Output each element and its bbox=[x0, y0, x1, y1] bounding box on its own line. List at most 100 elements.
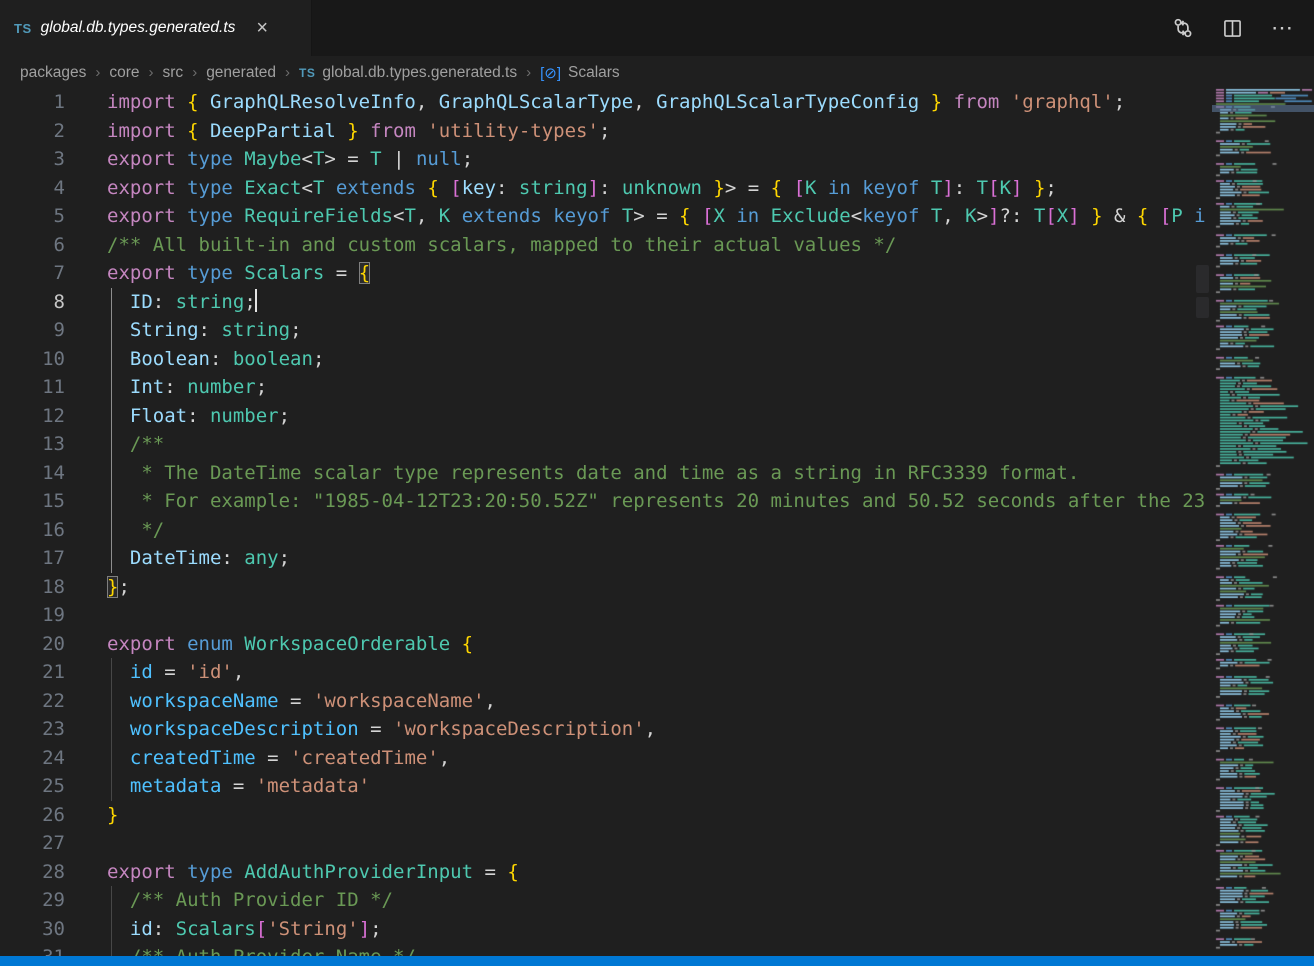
more-actions-button[interactable]: ⋯ bbox=[1271, 15, 1294, 41]
code-text: export type Maybe<T> = T | null; bbox=[65, 145, 473, 174]
code-text: import { GraphQLResolveInfo, GraphQLScal… bbox=[65, 88, 1125, 117]
line-number: 21 bbox=[0, 658, 65, 687]
code-text: DateTime: any; bbox=[65, 544, 290, 573]
symbol-type-icon: [⊘] bbox=[540, 64, 561, 82]
split-editor-icon bbox=[1222, 18, 1243, 39]
code-text: ID: string; bbox=[65, 288, 257, 317]
code-text: Float: number; bbox=[65, 402, 290, 431]
indent-guide bbox=[111, 715, 112, 744]
code-line[interactable]: 21 id = 'id', bbox=[0, 658, 1212, 687]
code-line[interactable]: 8 ID: string; bbox=[0, 288, 1212, 317]
line-number: 26 bbox=[0, 801, 65, 830]
code-line[interactable]: 4export type Exact<T extends { [key: str… bbox=[0, 174, 1212, 203]
line-number: 13 bbox=[0, 430, 65, 459]
indent-guide bbox=[111, 345, 112, 374]
indent-guide bbox=[111, 544, 112, 573]
close-icon[interactable]: × bbox=[256, 18, 268, 38]
code-text: export type Scalars = { bbox=[65, 259, 370, 288]
code-text: id = 'id', bbox=[65, 658, 244, 687]
indent-guide bbox=[111, 288, 112, 317]
code-text: import { DeepPartial } from 'utility-typ… bbox=[65, 117, 610, 146]
code-line[interactable]: 28export type AddAuthProviderInput = { bbox=[0, 858, 1212, 887]
breadcrumb-core[interactable]: core bbox=[109, 64, 139, 82]
editor-actions: ⋯ bbox=[1172, 0, 1314, 56]
code-line[interactable]: 9 String: string; bbox=[0, 316, 1212, 345]
status-bar[interactable] bbox=[0, 956, 1314, 966]
open-changes-button[interactable] bbox=[1172, 17, 1194, 39]
code-line[interactable]: 23 workspaceDescription = 'workspaceDesc… bbox=[0, 715, 1212, 744]
code-line[interactable]: 20export enum WorkspaceOrderable { bbox=[0, 630, 1212, 659]
code-line[interactable]: 10 Boolean: boolean; bbox=[0, 345, 1212, 374]
indent-guide bbox=[111, 772, 112, 801]
indent-guide bbox=[111, 459, 112, 488]
code-text: Boolean: boolean; bbox=[65, 345, 324, 374]
code-text bbox=[65, 829, 107, 858]
code-line[interactable]: 13 /** bbox=[0, 430, 1212, 459]
line-number: 8 bbox=[0, 288, 65, 317]
line-number: 3 bbox=[0, 145, 65, 174]
code-text: /** bbox=[65, 430, 164, 459]
code-line[interactable]: 16 */ bbox=[0, 516, 1212, 545]
code-line[interactable]: 7export type Scalars = { bbox=[0, 259, 1212, 288]
overview-ruler-mark bbox=[1196, 297, 1209, 318]
code-line[interactable]: 25 metadata = 'metadata' bbox=[0, 772, 1212, 801]
chevron-right-icon: › bbox=[95, 64, 100, 81]
code-line[interactable]: 22 workspaceName = 'workspaceName', bbox=[0, 687, 1212, 716]
typescript-file-icon: TS bbox=[299, 66, 315, 80]
chevron-right-icon: › bbox=[285, 64, 290, 81]
code-line[interactable]: 6/** All built-in and custom scalars, ma… bbox=[0, 231, 1212, 260]
code-line[interactable]: 31 /** Auth Provider Name */ bbox=[0, 943, 1212, 956]
line-number: 5 bbox=[0, 202, 65, 231]
line-number: 23 bbox=[0, 715, 65, 744]
code-line[interactable]: 12 Float: number; bbox=[0, 402, 1212, 431]
code-line[interactable]: 29 /** Auth Provider ID */ bbox=[0, 886, 1212, 915]
line-number: 20 bbox=[0, 630, 65, 659]
code-text: workspaceName = 'workspaceName', bbox=[65, 687, 496, 716]
code-text: /** All built-in and custom scalars, map… bbox=[65, 231, 896, 260]
line-number: 25 bbox=[0, 772, 65, 801]
indent-guide bbox=[111, 744, 112, 773]
code-line[interactable]: 19 bbox=[0, 601, 1212, 630]
breadcrumb-symbol[interactable]: [⊘] Scalars bbox=[540, 64, 620, 82]
line-number: 15 bbox=[0, 487, 65, 516]
chevron-right-icon: › bbox=[192, 64, 197, 81]
code-line[interactable]: 30 id: Scalars['String']; bbox=[0, 915, 1212, 944]
indent-guide bbox=[111, 373, 112, 402]
line-number: 12 bbox=[0, 402, 65, 431]
code-line[interactable]: 1import { GraphQLResolveInfo, GraphQLSca… bbox=[0, 88, 1212, 117]
code-line[interactable]: 14 * The DateTime scalar type represents… bbox=[0, 459, 1212, 488]
code-line[interactable]: 15 * For example: "1985-04-12T23:20:50.5… bbox=[0, 487, 1212, 516]
code-text: String: string; bbox=[65, 316, 302, 345]
text-cursor bbox=[255, 289, 257, 312]
breadcrumb-src[interactable]: src bbox=[163, 64, 184, 82]
code-line[interactable]: 18}; bbox=[0, 573, 1212, 602]
line-number: 28 bbox=[0, 858, 65, 887]
tab-global-db-types[interactable]: TS global.db.types.generated.ts × bbox=[0, 0, 312, 56]
vscode-window: TS global.db.types.generated.ts × bbox=[0, 0, 1314, 966]
breadcrumb-packages[interactable]: packages bbox=[20, 64, 86, 82]
code-line[interactable]: 3export type Maybe<T> = T | null; bbox=[0, 145, 1212, 174]
code-line[interactable]: 17 DateTime: any; bbox=[0, 544, 1212, 573]
code-text: export type Exact<T extends { [key: stri… bbox=[65, 174, 1057, 203]
code-line[interactable]: 5export type RequireFields<T, K extends … bbox=[0, 202, 1212, 231]
indent-guide bbox=[111, 943, 112, 956]
split-editor-button[interactable] bbox=[1222, 18, 1243, 39]
breadcrumb-symbol-name: Scalars bbox=[568, 64, 620, 82]
code-text: export type RequireFields<T, K extends k… bbox=[65, 202, 1206, 231]
code-line[interactable]: 27 bbox=[0, 829, 1212, 858]
code-line[interactable]: 26} bbox=[0, 801, 1212, 830]
breadcrumb-generated[interactable]: generated bbox=[206, 64, 276, 82]
breadcrumb-file[interactable]: TS global.db.types.generated.ts bbox=[299, 64, 517, 82]
line-number: 29 bbox=[0, 886, 65, 915]
typescript-file-icon: TS bbox=[14, 21, 32, 36]
code-line[interactable]: 11 Int: number; bbox=[0, 373, 1212, 402]
code-text: workspaceDescription = 'workspaceDescrip… bbox=[65, 715, 656, 744]
indent-guide bbox=[111, 402, 112, 431]
code-line[interactable]: 2import { DeepPartial } from 'utility-ty… bbox=[0, 117, 1212, 146]
code-editor[interactable]: 1import { GraphQLResolveInfo, GraphQLSca… bbox=[0, 88, 1212, 956]
minimap[interactable] bbox=[1212, 88, 1314, 956]
chevron-right-icon: › bbox=[149, 64, 154, 81]
code-line[interactable]: 24 createdTime = 'createdTime', bbox=[0, 744, 1212, 773]
line-number: 22 bbox=[0, 687, 65, 716]
code-text: export enum WorkspaceOrderable { bbox=[65, 630, 473, 659]
